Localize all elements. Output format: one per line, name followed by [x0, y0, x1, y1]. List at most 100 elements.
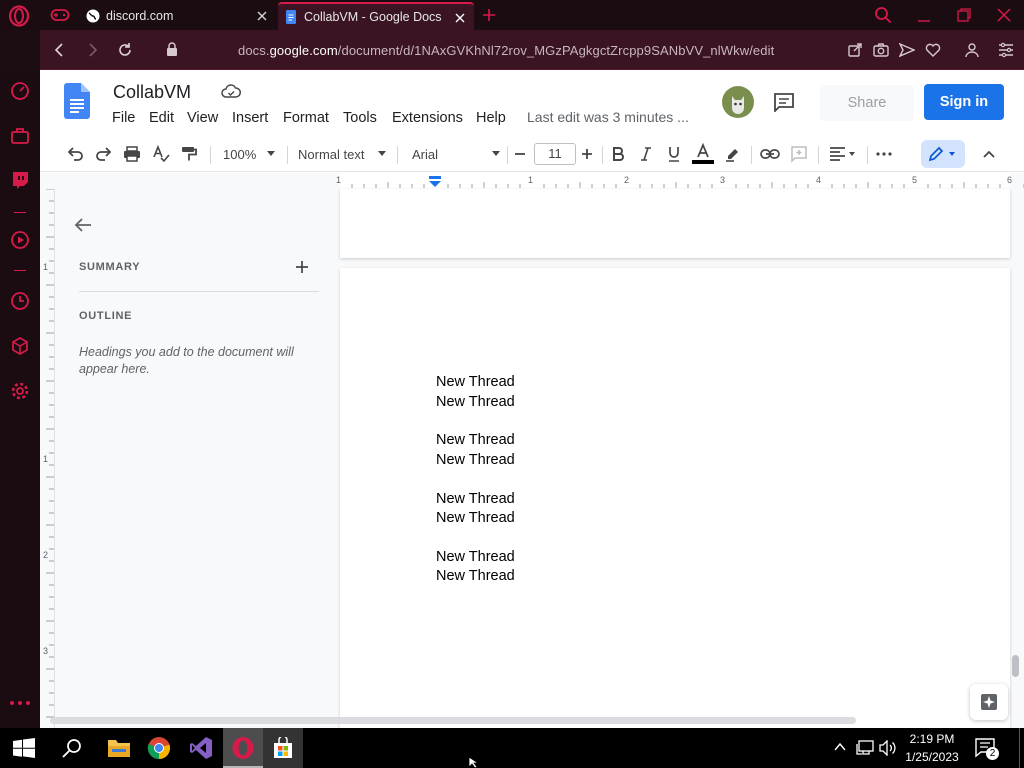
speed-dial-icon[interactable]	[10, 81, 30, 101]
indent-marker-icon[interactable]	[429, 176, 441, 187]
close-window-icon[interactable]	[996, 7, 1012, 23]
send-arrow-icon[interactable]	[899, 42, 915, 58]
reload-icon[interactable]	[117, 42, 133, 58]
minimize-icon[interactable]	[916, 8, 932, 24]
lock-icon[interactable]	[166, 42, 178, 57]
align-icon[interactable]	[829, 136, 857, 172]
opera-logo-icon[interactable]	[8, 5, 30, 27]
volume-icon[interactable]	[879, 740, 897, 756]
close-tab-icon[interactable]	[254, 8, 270, 24]
horizontal-ruler[interactable]: 1 1 2 3 4 5 6	[40, 173, 1024, 189]
body-line[interactable]: New Thread	[436, 374, 515, 390]
comments-icon[interactable]	[773, 92, 795, 112]
body-line[interactable]: New Thread	[436, 568, 515, 584]
restore-icon[interactable]	[956, 7, 972, 23]
body-line[interactable]: New Thread	[436, 491, 515, 507]
more-dots-icon[interactable]	[9, 700, 31, 706]
sign-in-button[interactable]: Sign in	[924, 84, 1004, 120]
vertical-scrollbar-thumb[interactable]	[1012, 655, 1019, 677]
windows-start-icon[interactable]	[13, 738, 35, 758]
gamepad-icon[interactable]	[50, 7, 70, 23]
zoom-select[interactable]: 100%	[223, 136, 275, 172]
send-to-edit-icon[interactable]	[847, 42, 863, 58]
show-hidden-icons-chevron-icon[interactable]	[834, 742, 846, 752]
menu-tools[interactable]: Tools	[343, 110, 377, 126]
close-tab-icon[interactable]	[452, 10, 468, 26]
share-button[interactable]: Share	[820, 85, 914, 121]
snapshot-camera-icon[interactable]	[873, 42, 889, 58]
docs-logo-icon[interactable]	[64, 83, 90, 119]
opera-taskbar-button[interactable]	[223, 728, 263, 768]
editing-mode-button[interactable]	[921, 140, 965, 168]
undo-icon[interactable]	[66, 136, 84, 172]
back-icon[interactable]	[52, 42, 68, 58]
more-options-icon[interactable]	[876, 136, 892, 172]
insert-link-icon[interactable]	[760, 136, 780, 172]
body-line[interactable]: New Thread	[436, 549, 515, 565]
ruler-label: 3	[43, 646, 49, 656]
avatar[interactable]	[722, 86, 754, 118]
font-size-input[interactable]: 11	[534, 136, 576, 172]
visual-studio-icon[interactable]	[189, 736, 213, 760]
menu-insert[interactable]: Insert	[232, 110, 268, 126]
menu-edit[interactable]: Edit	[149, 110, 174, 126]
paragraph-style-select[interactable]: Normal text	[298, 136, 386, 172]
body-line[interactable]: New Thread	[436, 510, 515, 526]
horizontal-scrollbar-thumb[interactable]	[50, 717, 856, 724]
increase-font-size-icon[interactable]	[579, 136, 595, 172]
print-icon[interactable]	[123, 136, 141, 172]
menu-file[interactable]: File	[112, 110, 135, 126]
body-line[interactable]: New Thread	[436, 452, 515, 468]
clock-time[interactable]: 2:19 PM	[900, 732, 964, 746]
font-select[interactable]: Arial	[412, 136, 500, 172]
history-clock-icon[interactable]	[10, 291, 30, 311]
forward-icon[interactable]	[84, 42, 100, 58]
spellcheck-icon[interactable]	[152, 136, 170, 172]
body-line[interactable]: New Thread	[436, 394, 515, 410]
underline-icon[interactable]	[666, 136, 682, 172]
search-icon[interactable]	[62, 738, 82, 758]
cloud-saved-icon[interactable]	[221, 84, 241, 100]
add-comment-icon[interactable]	[790, 136, 808, 172]
easy-setup-icon[interactable]	[998, 42, 1014, 58]
extensions-cube-icon[interactable]	[10, 336, 30, 356]
twitch-icon[interactable]	[10, 170, 30, 190]
new-tab-plus-icon[interactable]	[481, 7, 497, 23]
bookmark-heart-icon[interactable]	[925, 42, 941, 58]
clock-date[interactable]: 1/25/2023	[900, 750, 964, 764]
player-icon[interactable]	[10, 230, 30, 250]
vertical-ruler[interactable]: 1 1 2 3	[40, 189, 55, 728]
url-text[interactable]: docs.google.com/document/d/1NAxGVKhNl72r…	[238, 43, 774, 58]
settings-gear-icon[interactable]	[10, 381, 30, 401]
tab-discord[interactable]: discord.com	[80, 2, 276, 30]
hide-menus-chevron-up-icon[interactable]	[981, 136, 997, 172]
paint-format-icon[interactable]	[180, 136, 198, 172]
show-desktop-button[interactable]	[1019, 728, 1024, 768]
menu-format[interactable]: Format	[283, 110, 329, 126]
store-taskbar-button[interactable]	[263, 728, 303, 768]
file-explorer-icon[interactable]	[107, 737, 131, 759]
redo-icon[interactable]	[95, 136, 113, 172]
chrome-icon[interactable]	[147, 736, 171, 760]
network-icon[interactable]	[856, 740, 874, 756]
profile-icon[interactable]	[964, 42, 980, 58]
menu-extensions[interactable]: Extensions	[392, 110, 463, 126]
search-tabs-icon[interactable]	[874, 6, 892, 24]
document-page[interactable]: New Thread New Thread New Thread New Thr…	[340, 268, 1010, 738]
briefcase-icon[interactable]	[10, 126, 30, 146]
decrease-font-size-icon[interactable]	[512, 136, 528, 172]
italic-icon[interactable]	[638, 136, 654, 172]
last-edit-status[interactable]: Last edit was 3 minutes ...	[527, 109, 689, 125]
text-color-icon[interactable]	[692, 136, 714, 172]
explore-button[interactable]	[970, 684, 1008, 720]
document-title[interactable]: CollabVM	[113, 82, 191, 103]
bold-icon[interactable]	[610, 136, 626, 172]
highlight-color-icon[interactable]	[724, 136, 742, 172]
menu-help[interactable]: Help	[476, 110, 506, 126]
tab-google-docs[interactable]: CollabVM - Google Docs	[278, 2, 474, 30]
back-arrow-icon[interactable]	[73, 217, 93, 233]
body-line[interactable]: New Thread	[436, 432, 515, 448]
document-page[interactable]	[340, 189, 1010, 258]
add-summary-plus-icon[interactable]	[295, 260, 309, 274]
menu-view[interactable]: View	[187, 110, 218, 126]
